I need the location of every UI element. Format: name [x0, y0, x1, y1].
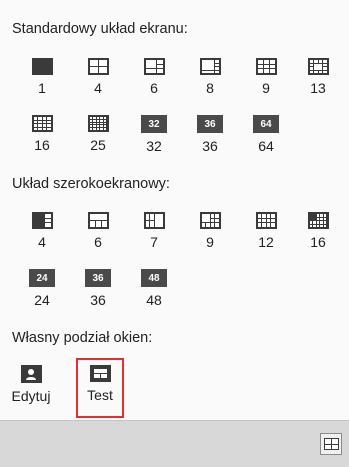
std-layout-13-label: 13 — [310, 80, 326, 96]
std-layout-4-label: 4 — [94, 80, 102, 96]
wide-layout-7-label: 7 — [150, 234, 158, 250]
wide-layout-12-label: 12 — [258, 234, 274, 250]
std-layout-8[interactable]: 8 — [194, 58, 226, 96]
wide-layout-6[interactable]: 6 — [82, 212, 114, 250]
edit-button[interactable]: Edytuj — [8, 365, 54, 404]
selection-highlight — [76, 358, 124, 418]
layout-13-icon — [307, 58, 329, 75]
wide-layout-9-icon — [199, 212, 221, 229]
layout-panel: Standardowy układ ekranu: 1 4 6 8 9 13 1… — [0, 0, 349, 467]
std-layout-9-label: 9 — [262, 80, 270, 96]
layout-64-icon: 64 — [253, 115, 279, 133]
wide-layout-48-label: 48 — [146, 292, 162, 308]
std-layout-32-label: 32 — [146, 138, 162, 154]
std-layout-13[interactable]: 13 — [302, 58, 334, 96]
wide-layout-24[interactable]: 24 24 — [26, 269, 58, 308]
std-layout-64[interactable]: 64 64 — [250, 115, 282, 154]
edit-label: Edytuj — [11, 388, 51, 404]
layout-4-icon — [87, 58, 109, 75]
wide-layout-12-icon — [255, 212, 277, 229]
wide-layout-36-icon: 36 — [85, 269, 111, 287]
std-layout-1[interactable]: 1 — [26, 58, 58, 96]
layout-9-icon — [255, 58, 277, 75]
std-layout-25-label: 25 — [90, 137, 106, 153]
std-layout-25[interactable]: 25 — [82, 115, 114, 153]
wide-layout-6-label: 6 — [94, 234, 102, 250]
std-layout-32[interactable]: 32 32 — [138, 115, 170, 154]
wide-layout-48-icon: 48 — [141, 269, 167, 287]
standard-layout-title: Standardowy układ ekranu: — [12, 21, 188, 37]
wide-layout-24-icon: 24 — [29, 269, 55, 287]
layout-toggle-button[interactable] — [320, 433, 342, 455]
wide-layout-9[interactable]: 9 — [194, 212, 226, 250]
wide-layout-36[interactable]: 36 36 — [82, 269, 114, 308]
layout-36-icon: 36 — [197, 115, 223, 133]
std-layout-16[interactable]: 16 — [26, 115, 58, 153]
std-layout-16-label: 16 — [34, 137, 50, 153]
wide-layout-4-icon — [31, 212, 53, 229]
wide-layout-4[interactable]: 4 — [26, 212, 58, 250]
wide-layout-9-label: 9 — [206, 234, 214, 250]
wide-layout-7[interactable]: 7 — [138, 212, 170, 250]
layout-32-icon: 32 — [141, 115, 167, 133]
user-icon — [20, 365, 42, 383]
wide-layout-4-label: 4 — [38, 234, 46, 250]
wide-layout-16-icon — [307, 212, 329, 229]
layout-6-icon — [143, 58, 165, 75]
std-layout-6[interactable]: 6 — [138, 58, 170, 96]
wide-layout-48[interactable]: 48 48 — [138, 269, 170, 308]
std-layout-64-label: 64 — [258, 138, 274, 154]
wide-layout-12[interactable]: 12 — [250, 212, 282, 250]
std-layout-9[interactable]: 9 — [250, 58, 282, 96]
std-layout-8-label: 8 — [206, 80, 214, 96]
layout-16-icon — [31, 115, 53, 132]
layout-1-icon — [31, 58, 53, 75]
wide-layout-16[interactable]: 16 — [302, 212, 334, 250]
std-layout-36[interactable]: 36 36 — [194, 115, 226, 154]
std-layout-6-label: 6 — [150, 80, 158, 96]
wide-layout-16-label: 16 — [310, 234, 326, 250]
wide-layout-7-icon — [143, 212, 165, 229]
wide-layout-36-label: 36 — [90, 292, 106, 308]
layout-8-icon — [199, 58, 221, 75]
layout-4-icon — [323, 438, 339, 450]
std-layout-36-label: 36 — [202, 138, 218, 154]
std-layout-4[interactable]: 4 — [82, 58, 114, 96]
wide-layout-title: Układ szerokoekranowy: — [12, 176, 170, 192]
footer-bar — [0, 420, 349, 467]
wide-layout-6-icon — [87, 212, 109, 229]
user-silhouette — [26, 368, 36, 380]
wide-layout-24-label: 24 — [34, 292, 50, 308]
layout-25-icon — [87, 115, 109, 132]
std-layout-1-label: 1 — [38, 80, 46, 96]
custom-layout-title: Własny podział okien: — [12, 330, 153, 346]
